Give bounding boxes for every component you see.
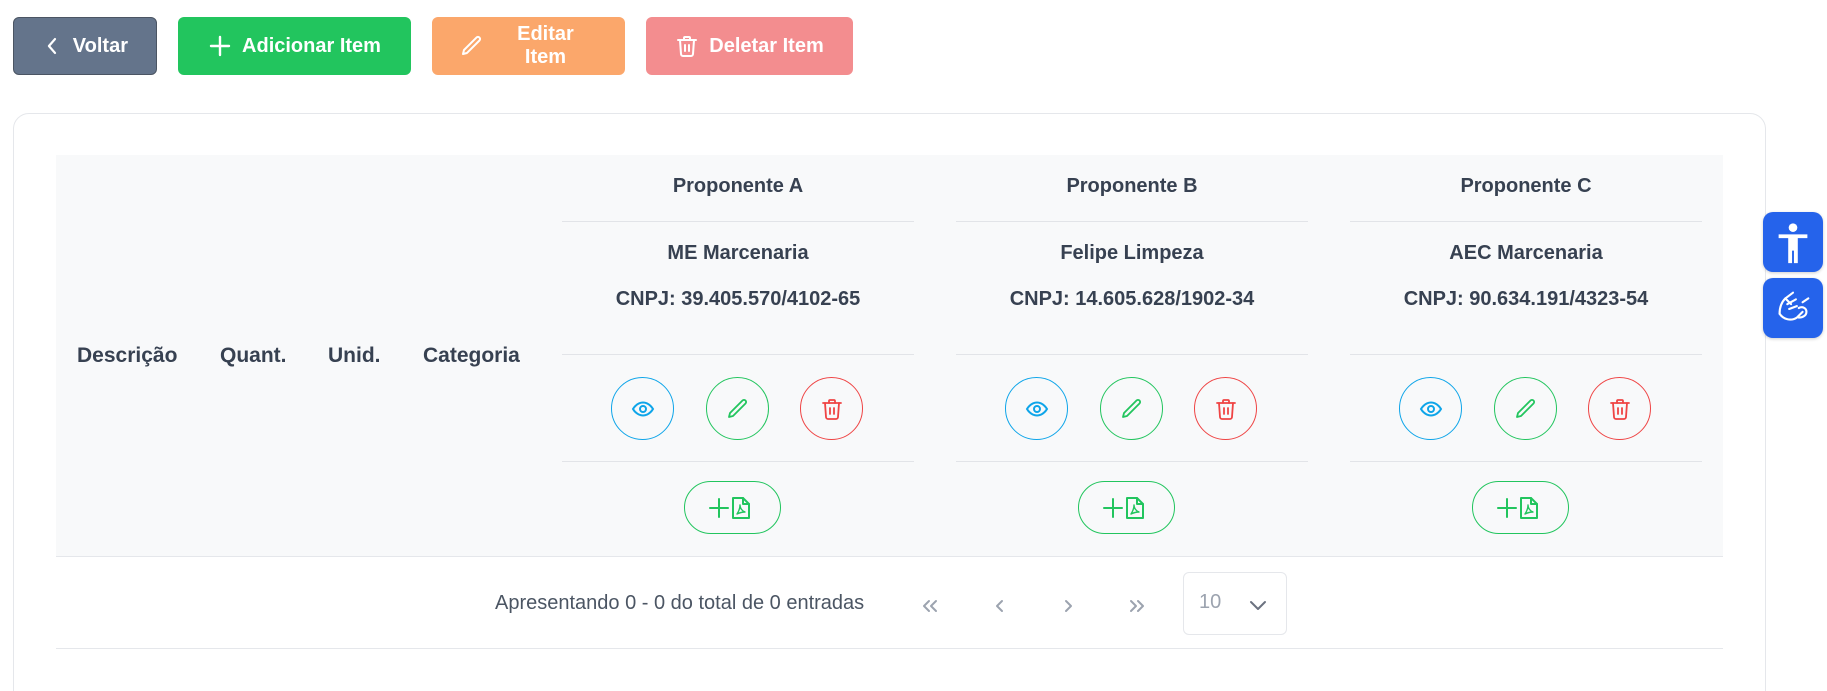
pencil-icon: [727, 398, 747, 418]
add-pdf-button[interactable]: [684, 481, 781, 534]
delete-proposal-button[interactable]: [1194, 377, 1257, 440]
proponent-title: Proponente C: [1460, 175, 1592, 197]
delete-item-button[interactable]: Deletar Item: [646, 17, 853, 75]
pagination: Apresentando 0 - 0 do total de 0 entrada…: [0, 572, 1827, 636]
edit-item-button[interactable]: Editar Item: [432, 17, 625, 75]
eye-icon: [631, 400, 654, 417]
trash-icon: [1215, 398, 1236, 420]
delete-item-button-label: Deletar Item: [709, 34, 824, 57]
edit-proposal-button[interactable]: [1494, 377, 1557, 440]
chevrons-left-icon: [923, 600, 937, 612]
chevron-left-icon: [47, 37, 57, 55]
back-button[interactable]: Voltar: [13, 17, 157, 75]
pagination-summary: Apresentando 0 - 0 do total de 0 entrada…: [495, 592, 865, 614]
plus-icon: [209, 35, 231, 57]
divider: [562, 354, 914, 355]
divider: [956, 354, 1308, 355]
add-pdf-button[interactable]: [1078, 481, 1175, 534]
proponent-cnpj: CNPJ: 14.605.628/1902-34: [1009, 288, 1255, 310]
add-pdf-icon: [708, 496, 750, 519]
proponent-b-column: Proponente B Felipe Limpeza CNPJ: 14.605…: [956, 155, 1308, 557]
add-item-button-label: Adicionar Item: [242, 34, 381, 57]
pencil-icon: [1121, 398, 1141, 418]
divider: [1350, 221, 1702, 222]
accessibility-icon: [1778, 223, 1808, 264]
pencil-icon: [461, 35, 481, 55]
proponent-cnpj: CNPJ: 90.634.191/4323-54: [1403, 288, 1649, 310]
proponent-name: ME Marcenaria: [667, 242, 809, 264]
proponent-cnpj: CNPJ: 39.405.570/4102-65: [615, 288, 861, 310]
view-proposal-button[interactable]: [611, 377, 674, 440]
proponent-name: Felipe Limpeza: [1060, 242, 1204, 264]
chevron-left-icon: [996, 600, 1003, 612]
page-size-value: 10: [1199, 591, 1222, 613]
back-button-label: Voltar: [72, 34, 128, 57]
divider: [56, 648, 1723, 649]
first-page-button[interactable]: [918, 594, 942, 618]
divider: [562, 221, 914, 222]
divider: [562, 461, 914, 462]
eye-icon: [1419, 400, 1442, 417]
trash-icon: [677, 36, 698, 57]
last-page-button[interactable]: [1125, 594, 1149, 618]
add-pdf-icon: [1102, 496, 1144, 519]
chevron-down-icon: [1250, 601, 1266, 610]
chevrons-right-icon: [1130, 600, 1144, 612]
delete-proposal-button[interactable]: [800, 377, 863, 440]
add-item-button[interactable]: Adicionar Item: [178, 17, 411, 75]
pencil-icon: [1515, 398, 1535, 418]
page-size-select[interactable]: 10: [1183, 572, 1287, 635]
divider: [1350, 461, 1702, 462]
column-header-categoria: Categoria: [423, 344, 520, 367]
column-header-descricao: Descrição: [77, 344, 178, 367]
proponent-title: Proponente A: [672, 175, 804, 197]
chevron-right-icon: [1065, 600, 1072, 612]
delete-proposal-button[interactable]: [1588, 377, 1651, 440]
trash-icon: [821, 398, 842, 420]
trash-icon: [1609, 398, 1630, 420]
divider: [1350, 354, 1702, 355]
next-page-button[interactable]: [1056, 594, 1080, 618]
edit-item-button-label: Editar Item: [517, 23, 574, 68]
divider: [956, 221, 1308, 222]
proponent-c-column: Proponente C AEC Marcenaria CNPJ: 90.634…: [1350, 155, 1702, 557]
accessibility-button[interactable]: [1763, 212, 1823, 272]
proponent-name: AEC Marcenaria: [1449, 242, 1603, 264]
toolbar: Voltar Adicionar Item Editar Item Deleta…: [13, 17, 853, 75]
view-proposal-button[interactable]: [1399, 377, 1462, 440]
proponent-a-column: Proponente A ME Marcenaria CNPJ: 39.405.…: [562, 155, 914, 557]
column-header-quant: Quant.: [220, 344, 287, 367]
column-header-unid: Unid.: [328, 344, 381, 367]
edit-proposal-button[interactable]: [706, 377, 769, 440]
previous-page-button[interactable]: [988, 594, 1012, 618]
divider: [956, 461, 1308, 462]
add-pdf-icon: [1496, 496, 1538, 519]
edit-proposal-button[interactable]: [1100, 377, 1163, 440]
add-pdf-button[interactable]: [1472, 481, 1569, 534]
sign-language-button[interactable]: [1763, 278, 1823, 338]
eye-icon: [1025, 400, 1048, 417]
sign-language-icon: [1778, 291, 1810, 321]
proponent-title: Proponente B: [1066, 175, 1198, 197]
view-proposal-button[interactable]: [1005, 377, 1068, 440]
